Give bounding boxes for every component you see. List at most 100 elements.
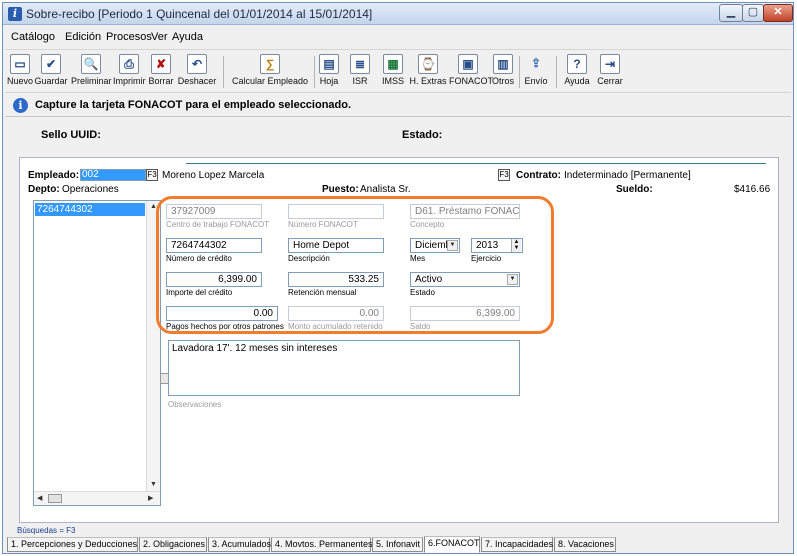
tab-movtos-permanentes[interactable]: 4. Movtos. Permanentes [271, 537, 373, 552]
puesto-label: Puesto: [322, 184, 359, 195]
fonacot-icon: ▣ [458, 54, 478, 74]
calculate-employee-button[interactable]: ∑ Calcular Empleado [228, 52, 312, 92]
menu-procesos[interactable]: Procesos [106, 31, 152, 43]
new-icon: ▭ [10, 54, 30, 74]
numero-fonacot-field[interactable] [288, 204, 384, 219]
overtime-button[interactable]: ⌚ H. Extras [408, 52, 448, 92]
scroll-thumb[interactable] [48, 494, 62, 503]
others-icon: ▥ [493, 54, 513, 74]
horizontal-scrollbar[interactable]: ◀ ▶ [34, 491, 160, 505]
fonacot-panel: Empleado: 002 F3 Moreno Lopez Marcela F3… [19, 157, 779, 523]
status-caption: Estado [410, 288, 435, 297]
tab-obligaciones[interactable]: 2. Obligaciones [139, 537, 207, 552]
list-item[interactable]: 7264744302 [35, 203, 145, 216]
main-window: i Sobre-recibo [Periodo 1 Quincenal del … [2, 2, 794, 554]
info-message: Capture la tarjeta FONACOT para el emple… [35, 99, 352, 111]
send-button[interactable]: ⇪ Envío [522, 52, 550, 92]
imss-button[interactable]: ▦ IMSS [381, 52, 405, 92]
year-value: 2013 [476, 240, 499, 251]
credit-number-input[interactable]: 7264744302 [166, 238, 262, 253]
menu-ayuda[interactable]: Ayuda [172, 31, 203, 43]
isr-icon: ≣ [350, 54, 370, 74]
window-title: Sobre-recibo [Periodo 1 Quincenal del 01… [26, 7, 373, 21]
puesto-value: Analista Sr. [360, 184, 411, 195]
help-button[interactable]: ? Ayuda [563, 52, 591, 92]
info-bar: i Capture la tarjeta FONACOT para el emp… [5, 95, 791, 117]
tab-infonavit[interactable]: 5. Infonavit [372, 537, 423, 552]
minimize-button[interactable]: ▁ [719, 4, 743, 22]
overtime-icon: ⌚ [418, 54, 438, 74]
description-input[interactable]: Home Depot [288, 238, 384, 253]
employee-label: Empleado: [28, 170, 80, 181]
new-button[interactable]: ▭ Nuevo [7, 52, 33, 92]
tab-fonacot[interactable]: 6.FONACOT [424, 536, 480, 553]
depto-value: Operaciones [62, 184, 119, 195]
isr-button[interactable]: ≣ ISR [347, 52, 373, 92]
toolbar-separator [223, 56, 224, 88]
observaciones-textarea[interactable]: Lavadora 17'. 12 meses sin intereses [168, 340, 520, 396]
contract-f3-button[interactable]: F3 [498, 169, 510, 181]
delete-icon: ✘ [151, 54, 171, 74]
chevron-down-icon[interactable]: ▼ [447, 240, 458, 251]
search-hint: Búsquedas = F3 [17, 526, 76, 535]
card-list[interactable]: 7264744302 ▲ ▼ ◀ ▶ [33, 200, 169, 506]
divider [186, 163, 766, 164]
depto-label: Depto: [28, 184, 60, 195]
concepto-field[interactable]: D61. Préstamo FONACOT [410, 204, 520, 219]
sheet-button[interactable]: ▤ Hoja [317, 52, 341, 92]
contract-value: Indeterminado [Permanente] [564, 170, 691, 181]
scroll-left-icon[interactable]: ◀ [37, 494, 42, 502]
others-button[interactable]: ▥ Otros [489, 52, 517, 92]
app-icon: i [8, 7, 22, 21]
month-select[interactable]: Diciembr ▼ [410, 238, 460, 253]
saldo-field[interactable]: 6,399.00 [410, 306, 520, 321]
pagos-otros-input[interactable]: 0.00 [166, 306, 278, 321]
help-icon: ? [567, 54, 587, 74]
year-stepper[interactable]: 2013 ▲ ▼ [471, 238, 523, 253]
close-window-button[interactable]: ✕ [763, 4, 793, 22]
contract-label: Contrato: [516, 170, 561, 181]
toolbar-separator [556, 56, 557, 88]
sheet-icon: ▤ [319, 54, 339, 74]
chevron-down-icon[interactable]: ▼ [507, 274, 518, 285]
vertical-scrollbar[interactable]: ▲ ▼ [146, 201, 160, 491]
status-select[interactable]: Activo ▼ [410, 272, 520, 287]
tab-percepciones[interactable]: 1. Percepciones y Deducciones [7, 537, 138, 552]
delete-button[interactable]: ✘ Borrar [147, 52, 175, 92]
menu-catalogo[interactable]: Catálogo [11, 31, 55, 43]
scroll-down-icon[interactable]: ▼ [150, 481, 157, 488]
retencion-input[interactable]: 533.25 [288, 272, 384, 287]
status-value: Activo [415, 274, 443, 285]
print-button[interactable]: ⎙ Imprimir [113, 52, 146, 92]
importe-caption: Importe del crédito [166, 288, 233, 297]
fonacot-button[interactable]: ▣ FONACOT [449, 52, 493, 92]
undo-icon: ↶ [187, 54, 207, 74]
sueldo-value: $416.66 [734, 184, 771, 195]
menu-bar: Catálogo Edición Procesos Ver Ayuda [3, 27, 793, 47]
close-button[interactable]: ⇥ Cerrar [595, 52, 625, 92]
tab-vacaciones[interactable]: 8. Vacaciones [554, 537, 616, 552]
calculate-icon: ∑ [260, 54, 280, 74]
undo-button[interactable]: ↶ Deshacer [177, 52, 217, 92]
scroll-right-icon[interactable]: ▶ [148, 494, 153, 502]
description-caption: Descripción [288, 254, 330, 263]
title-bar[interactable]: i Sobre-recibo [Periodo 1 Quincenal del … [3, 3, 793, 25]
menu-ver[interactable]: Ver [151, 31, 168, 43]
centro-trabajo-field[interactable]: 37927009 [166, 204, 262, 219]
tab-incapacidades[interactable]: 7. Incapacidades [481, 537, 553, 552]
preview-button[interactable]: 🔍 Preliminar [71, 52, 112, 92]
monto-retenido-field[interactable]: 0.00 [288, 306, 384, 321]
scroll-up-icon[interactable]: ▲ [150, 203, 157, 210]
menu-edicion[interactable]: Edición [65, 31, 101, 43]
spinner-arrows-icon[interactable]: ▲ ▼ [511, 239, 521, 252]
employee-f3-button[interactable]: F3 [146, 169, 158, 181]
toolbar-separator [314, 56, 315, 88]
maximize-button[interactable]: ▢ [742, 4, 764, 22]
preview-icon: 🔍 [81, 54, 101, 74]
save-check-icon: ✔ [41, 54, 61, 74]
print-icon: ⎙ [119, 54, 139, 74]
employee-code-input[interactable]: 002 [80, 169, 146, 181]
tab-acumulados[interactable]: 3. Acumulados [208, 537, 271, 552]
save-button[interactable]: ✔ Guardar [34, 52, 68, 92]
importe-input[interactable]: 6,399.00 [166, 272, 262, 287]
